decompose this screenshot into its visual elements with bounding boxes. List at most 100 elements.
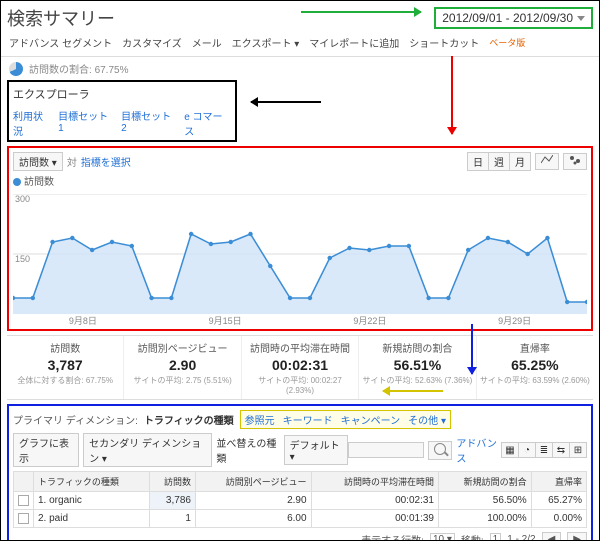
table-search-button[interactable]	[428, 441, 452, 460]
scorecard-label: 直帰率	[479, 340, 591, 355]
primary-dimension-value[interactable]: トラフィックの種類	[144, 412, 234, 427]
th-traffic-type[interactable]: トラフィックの種類	[34, 472, 150, 492]
goto-input[interactable]: 1	[490, 533, 502, 541]
scorecard-value: 56.51%	[361, 357, 473, 373]
prev-page-button[interactable]: ◀	[542, 532, 562, 541]
subtab-other[interactable]: その他 ▾	[408, 412, 446, 427]
scorecard-row: 訪問数3,787全体に対する割合: 67.75%訪問別ページビュー2.90サイト…	[7, 335, 593, 400]
cell-visits: 3,786	[149, 492, 195, 510]
scorecard-sub: 全体に対する割合: 67.75%	[9, 375, 121, 386]
scorecard-sub: サイトの平均: 2.75 (5.51%)	[126, 375, 238, 386]
goto-label: 移動:	[461, 532, 484, 541]
granularity-week[interactable]: 週	[488, 152, 510, 171]
caret-down-icon	[577, 16, 585, 21]
export-button[interactable]: エクスポート ▾	[232, 35, 300, 50]
primary-dimension-label: プライマリ ディメンション:	[13, 412, 138, 427]
cell-traffic-type: 2. paid	[34, 510, 150, 528]
email-button[interactable]: メール	[192, 35, 222, 50]
page-range: 1 - 2/2	[507, 534, 535, 541]
advanced-segments-button[interactable]: アドバンス セグメント	[9, 35, 112, 50]
visit-percent-label: 訪問数の割合: 67.75%	[29, 61, 128, 76]
next-page-button[interactable]: ▶	[567, 532, 587, 541]
explorer-link-usage[interactable]: 利用状況	[13, 108, 52, 138]
ytick-150: 150	[15, 254, 30, 264]
xtick-3: 9月29日	[498, 314, 531, 327]
view-comparison-icon[interactable]: ⇆	[552, 442, 570, 458]
series-name: 訪問数	[24, 177, 54, 188]
subtab-campaign[interactable]: キャンペーン	[341, 412, 401, 427]
plot-rows-button[interactable]: グラフに表示	[13, 433, 79, 467]
date-range-picker[interactable]: 2012/09/01 - 2012/09/30	[434, 7, 593, 29]
granularity-month[interactable]: 月	[509, 152, 531, 171]
search-icon	[434, 443, 446, 455]
date-range-text: 2012/09/01 - 2012/09/30	[442, 11, 573, 25]
explorer-link-ecom[interactable]: e コマース	[184, 108, 231, 138]
sort-type-selector[interactable]: デフォルト ▾	[284, 435, 348, 465]
subtab-source[interactable]: 参照元	[245, 412, 275, 427]
th-visits[interactable]: 訪問数	[149, 472, 195, 492]
subtab-keyword[interactable]: キーワード	[283, 412, 333, 427]
scorecard-sub: サイトの平均: 63.59% (2.60%)	[479, 375, 591, 386]
xtick-1: 9月15日	[209, 314, 242, 327]
th-ppv[interactable]: 訪問別ページビュー	[195, 472, 311, 492]
annotation-arrow-black	[251, 101, 321, 103]
table-row[interactable]: 1. organic3,7862.9000:02:3156.50%65.27%	[14, 492, 587, 510]
view-percentage-icon[interactable]: ◔	[518, 442, 536, 458]
customize-button[interactable]: カスタマイズ	[122, 35, 182, 50]
granularity-day[interactable]: 日	[467, 152, 489, 171]
scorecard-label: 訪問時の平均滞在時間	[244, 340, 356, 355]
scorecard-value: 2.90	[126, 357, 238, 373]
chart-type-line-icon[interactable]	[535, 153, 559, 170]
scorecard-label: 訪問数	[9, 340, 121, 355]
advanced-filter-link[interactable]: アドバンス	[456, 435, 498, 465]
scorecard[interactable]: 訪問数 3,787 全体に対する割合: 67.75%	[7, 336, 124, 399]
view-performance-icon[interactable]: ≣	[535, 442, 553, 458]
add-to-dashboard-button[interactable]: マイレポートに追加	[309, 35, 399, 50]
data-table: トラフィックの種類 訪問数 訪問別ページビュー 訪問時の平均滞在時間 新規訪問の…	[13, 471, 587, 528]
primary-metric-selector[interactable]: 訪問数 ▾	[13, 152, 63, 171]
rows-per-page-label: 表示する行数:	[361, 532, 424, 541]
scorecard[interactable]: 訪問別ページビュー2.90サイトの平均: 2.75 (5.51%)	[124, 336, 241, 399]
vs-label: 対	[67, 154, 77, 169]
chart-panel: 訪問数 ▾ 対 指標を選択 日 週 月 訪問数 300 150 9月8日 9月1…	[7, 146, 593, 331]
scorecard[interactable]: 訪問時の平均滞在時間00:02:31サイトの平均: 00:02:27 (2.93…	[242, 336, 359, 399]
toolbar: アドバンス セグメント カスタマイズ メール エクスポート ▾ マイレポートに追…	[1, 33, 599, 57]
pager: 表示する行数: 10 ▾ 移動: 1 1 - 2/2 ◀ ▶	[13, 532, 587, 541]
scorecard-value: 00:02:31	[244, 357, 356, 373]
table-row[interactable]: 2. paid16.0000:01:39100.00%0.00%	[14, 510, 587, 528]
page-title: 検索サマリー	[7, 5, 115, 31]
th-new-visits[interactable]: 新規訪問の割合	[439, 472, 532, 492]
ytick-300: 300	[15, 194, 30, 204]
select-secondary-metric[interactable]: 指標を選択	[81, 154, 131, 169]
rows-per-page-select[interactable]: 10 ▾	[430, 533, 455, 541]
explorer-tab[interactable]: エクスプローラ	[13, 84, 231, 108]
scorecard-sub: サイトの平均: 52.63% (7.36%)	[361, 375, 473, 386]
scorecard-value: 65.25%	[479, 357, 591, 373]
line-chart[interactable]: 300 150	[13, 194, 587, 314]
cell-duration: 00:01:39	[311, 510, 438, 528]
scorecard-value: 3,787	[9, 357, 121, 373]
explorer-link-goals1[interactable]: 目標セット 1	[58, 108, 115, 138]
shortcut-button[interactable]: ショートカット	[409, 35, 479, 50]
cell-traffic-type: 1. organic	[34, 492, 150, 510]
table-search-input[interactable]	[348, 442, 425, 458]
visit-percent-row: 訪問数の割合: 67.75%	[1, 57, 599, 80]
secondary-dimension-selector[interactable]: セカンダリ ディメンション ▾	[83, 433, 212, 467]
scorecard-label: 新規訪問の割合	[361, 340, 473, 355]
scorecard[interactable]: 直帰率 65.25% サイトの平均: 63.59% (2.60%)	[477, 336, 593, 399]
view-data-table-icon[interactable]: ▦	[501, 442, 519, 458]
row-checkbox[interactable]	[18, 495, 29, 506]
th-bounce[interactable]: 直帰率	[531, 472, 586, 492]
chart-type-motion-icon[interactable]	[563, 153, 587, 170]
view-pivot-icon[interactable]: ⊞	[569, 442, 587, 458]
annotation-arrow-yellow	[383, 390, 443, 392]
beta-badge: ベータ版	[489, 36, 525, 49]
xtick-2: 9月22日	[353, 314, 386, 327]
cell-ppv: 2.90	[195, 492, 311, 510]
view-mode-strip: ▦ ◔ ≣ ⇆ ⊞	[502, 442, 587, 458]
th-duration[interactable]: 訪問時の平均滞在時間	[311, 472, 438, 492]
cell-bounce: 0.00%	[531, 510, 586, 528]
row-checkbox[interactable]	[18, 513, 29, 524]
explorer-link-goals2[interactable]: 目標セット 2	[121, 108, 178, 138]
annotation-arrow-blue	[471, 324, 473, 374]
